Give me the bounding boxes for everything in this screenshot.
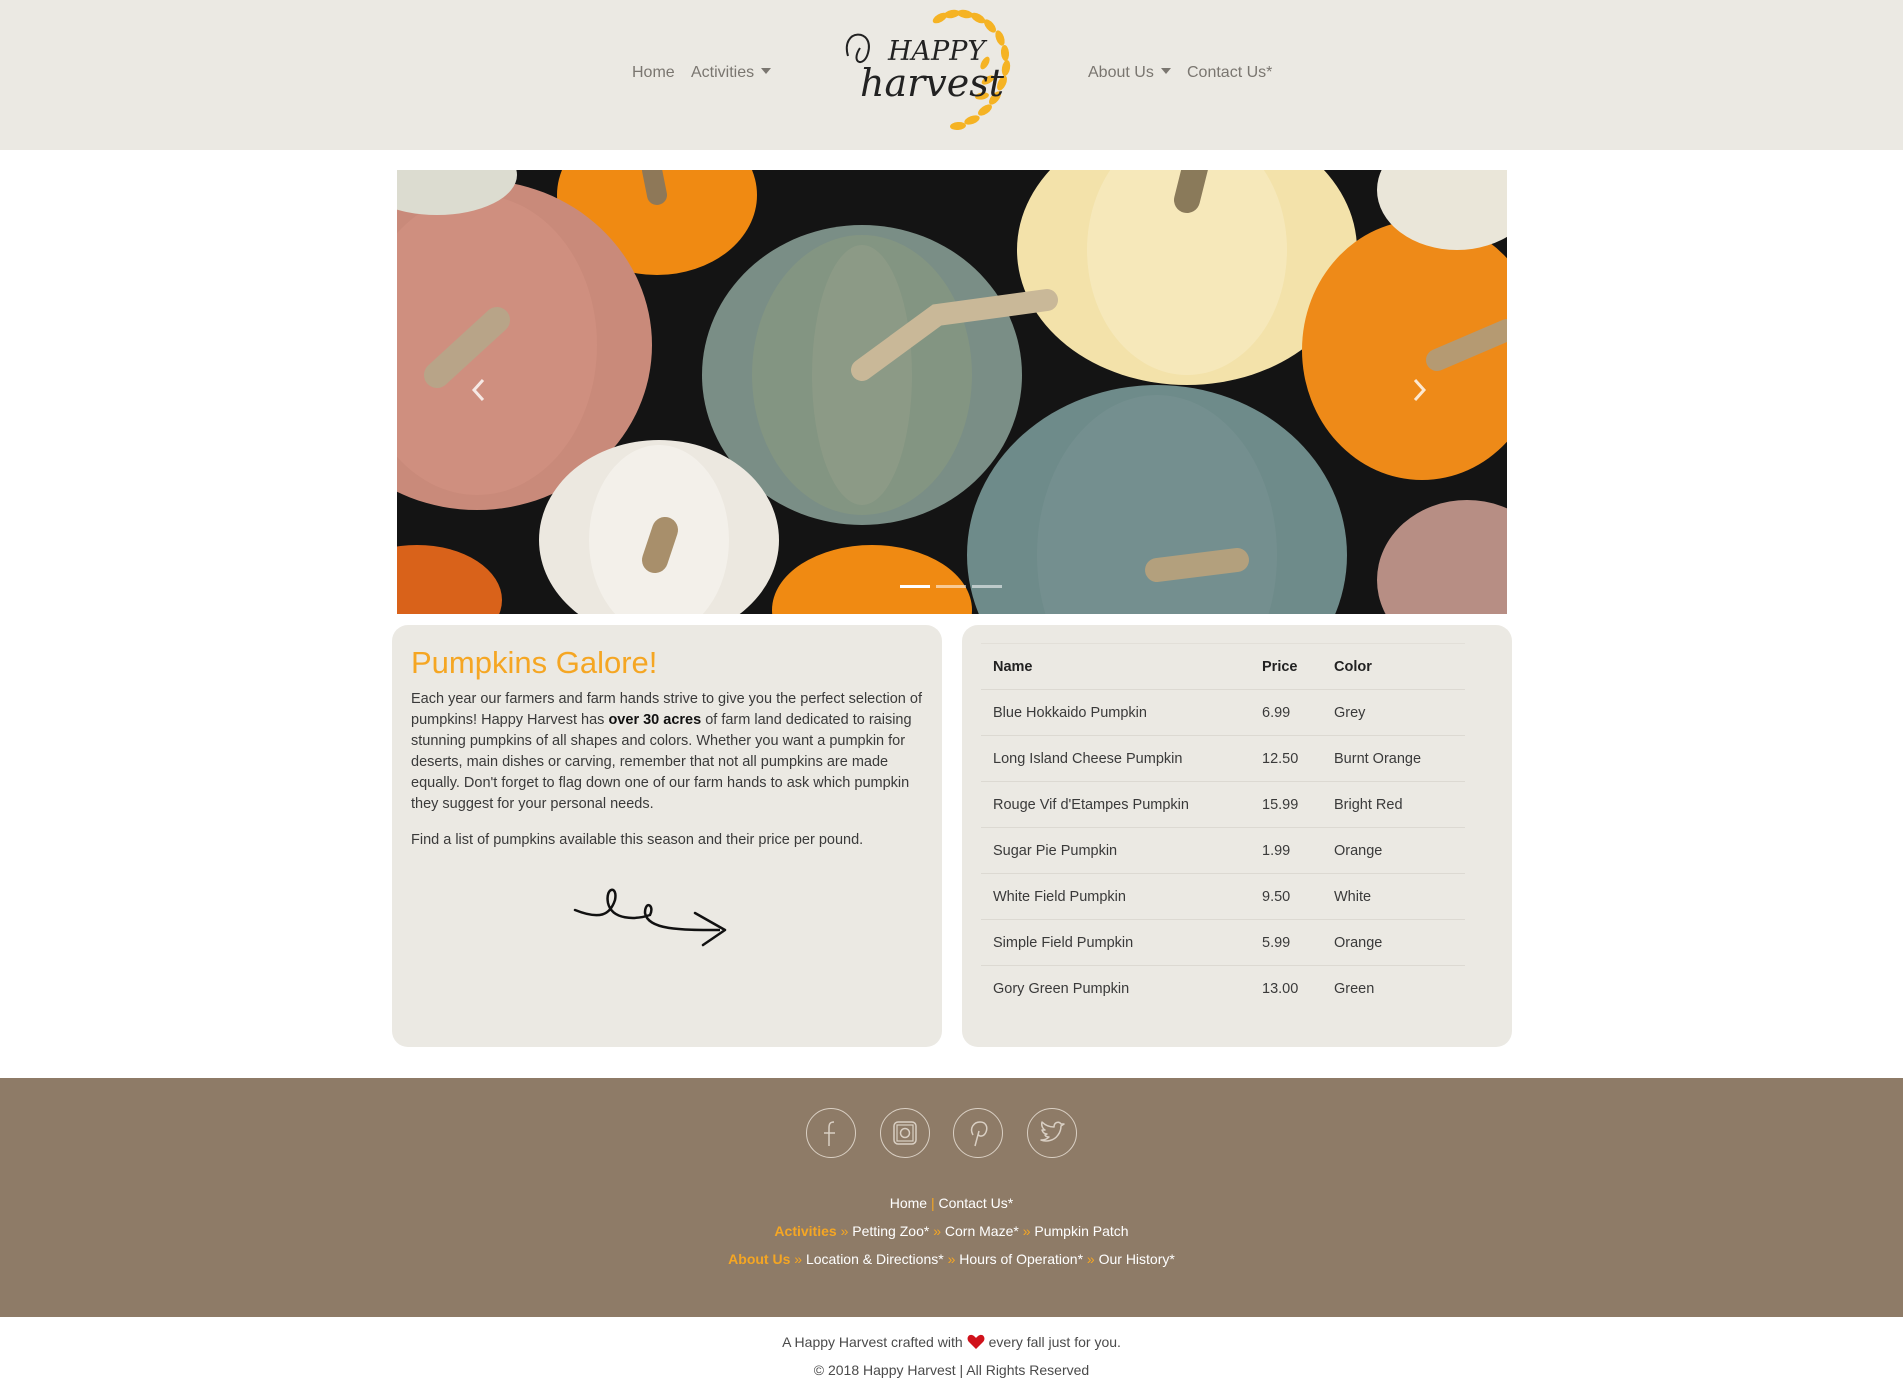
table-row: Simple Field Pumpkin 5.99 Orange [981, 919, 1465, 966]
pumpkin-color: Burnt Orange [1322, 735, 1465, 782]
site-header: Home Activities HAPPY harvest About Us C… [0, 0, 1903, 150]
pumpkin-price: 15.99 [1250, 781, 1322, 828]
table-row: Sugar Pie Pumpkin 1.99 Orange [981, 827, 1465, 874]
heart-icon [967, 1334, 985, 1349]
pumpkin-price-table: Name Price Color Blue Hokkaido Pumpkin 6… [981, 643, 1465, 1011]
pumpkin-color: Bright Red [1322, 781, 1465, 828]
pumpkin-price-card: Name Price Color Blue Hokkaido Pumpkin 6… [962, 625, 1512, 1047]
chevron-right-icon [1413, 378, 1427, 402]
footer-link-activities[interactable]: Activities [774, 1223, 836, 1239]
pumpkin-name: Rouge Vif d'Etampes Pumpkin [981, 781, 1250, 828]
carousel-next-button[interactable] [1404, 375, 1434, 405]
pumpkins-photo [397, 170, 1507, 614]
pumpkin-price: 13.00 [1250, 965, 1322, 1011]
footer-link-history[interactable]: Our History* [1099, 1251, 1175, 1267]
intro-paragraph-2: Find a list of pumpkins available this s… [411, 832, 864, 848]
column-header-price: Price [1250, 643, 1322, 690]
pumpkin-color: Orange [1322, 827, 1465, 874]
table-row: Long Island Cheese Pumpkin 12.50 Burnt O… [981, 735, 1465, 782]
pinterest-icon [970, 1121, 988, 1147]
carousel-indicator-3[interactable] [972, 585, 1002, 588]
footer-link-petting-zoo[interactable]: Petting Zoo* [852, 1223, 929, 1239]
facebook-icon [824, 1121, 835, 1146]
footer-link-pumpkin-patch[interactable]: Pumpkin Patch [1034, 1223, 1128, 1239]
footer-link-about[interactable]: About Us [728, 1251, 790, 1267]
column-header-name: Name [981, 643, 1250, 690]
pumpkin-name: Simple Field Pumpkin [981, 919, 1250, 966]
instagram-link[interactable] [880, 1108, 930, 1158]
intro-title: Pumpkins Galore! [411, 645, 658, 680]
pumpkin-color: Grey [1322, 689, 1465, 736]
pumpkin-name: Gory Green Pumpkin [981, 965, 1250, 1011]
pumpkin-price: 12.50 [1250, 735, 1322, 782]
caret-down-icon [1160, 68, 1171, 74]
carousel-prev-button[interactable] [464, 375, 494, 405]
caret-down-icon [761, 68, 772, 74]
table-row: Gory Green Pumpkin 13.00 Green [981, 965, 1465, 1011]
intro-card: Pumpkins Galore! Each year our farmers a… [392, 625, 942, 1047]
footer-links-activities: Activities » Petting Zoo* » Corn Maze* »… [774, 1223, 1129, 1239]
squiggle-arrow-icon [573, 888, 727, 947]
table-row: White Field Pumpkin 9.50 White [981, 873, 1465, 920]
pumpkin-name: Blue Hokkaido Pumpkin [981, 689, 1250, 736]
nav-about-dropdown[interactable]: About Us [1088, 64, 1171, 82]
pumpkin-color: Orange [1322, 919, 1465, 966]
pumpkin-color: Green [1322, 965, 1465, 1011]
footer-link-home[interactable]: Home [890, 1195, 927, 1211]
facebook-link[interactable] [806, 1108, 856, 1158]
twitter-icon [1040, 1121, 1065, 1142]
pumpkin-price: 9.50 [1250, 873, 1322, 920]
pumpkin-price: 6.99 [1250, 689, 1322, 736]
twitter-link[interactable] [1027, 1108, 1077, 1158]
footer-link-contact[interactable]: Contact Us* [939, 1195, 1014, 1211]
nav-contact[interactable]: Contact Us* [1187, 64, 1272, 82]
pumpkin-price: 1.99 [1250, 827, 1322, 874]
table-header-row: Name Price Color [981, 643, 1465, 690]
chevron-left-icon [471, 378, 485, 402]
nav-about-label: About Us [1088, 64, 1154, 81]
footer-link-hours[interactable]: Hours of Operation* [959, 1251, 1083, 1267]
pumpkin-color: White [1322, 873, 1465, 920]
pumpkin-name: Sugar Pie Pumpkin [981, 827, 1250, 874]
crafted-with-love: A Happy Harvest crafted with every fall j… [782, 1334, 1121, 1350]
pumpkin-name: White Field Pumpkin [981, 873, 1250, 920]
pumpkin-name: Long Island Cheese Pumpkin [981, 735, 1250, 782]
pumpkin-price: 5.99 [1250, 919, 1322, 966]
footer-link-corn-maze[interactable]: Corn Maze* [945, 1223, 1019, 1239]
nav-home[interactable]: Home [632, 64, 675, 82]
intro-highlight: over 30 acres [608, 712, 702, 728]
site-footer: Home | Contact Us* Activities » Petting … [0, 1078, 1903, 1317]
footer-links-main: Home | Contact Us* [889, 1195, 1014, 1211]
footer-link-location[interactable]: Location & Directions* [806, 1251, 944, 1267]
copyright: © 2018 Happy Harvest | All Rights Reserv… [813, 1362, 1090, 1378]
intro-paragraph: Each year our farmers and farm hands str… [411, 691, 922, 812]
footer-links-about: About Us » Location & Directions* » Hour… [728, 1251, 1175, 1267]
table-row: Rouge Vif d'Etampes Pumpkin 15.99 Bright… [981, 781, 1465, 828]
nav-activities-label: Activities [691, 64, 755, 81]
carousel-indicator-1[interactable] [900, 585, 930, 588]
table-row: Blue Hokkaido Pumpkin 6.99 Grey [981, 689, 1465, 736]
column-header-color: Color [1322, 643, 1465, 690]
svg-text:harvest: harvest [860, 61, 1005, 105]
carousel-indicator-2[interactable] [936, 585, 966, 588]
hero-carousel [397, 170, 1507, 614]
nav-activities-dropdown[interactable]: Activities [691, 64, 772, 82]
happy-harvest-logo[interactable]: HAPPY harvest [820, 8, 1030, 138]
pinterest-link[interactable] [953, 1108, 1003, 1158]
instagram-icon [893, 1121, 917, 1145]
